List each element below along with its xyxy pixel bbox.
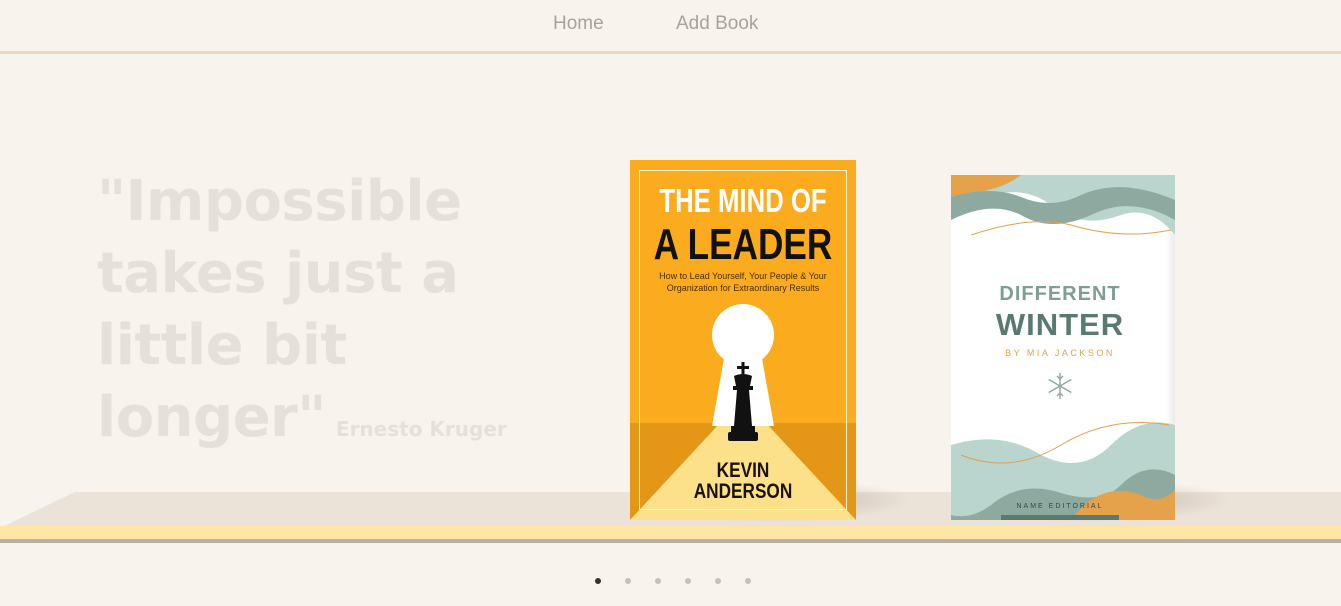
book-author: KEVIN ANDERSON (650, 460, 835, 502)
bookshelf-edge (0, 526, 1341, 540)
top-navbar: Home Add Book (0, 0, 1341, 54)
book-author-line1: KEVIN (716, 459, 770, 482)
book-byline: BY MIA JACKSON (1005, 348, 1115, 358)
book-title-line2: WINTER (995, 307, 1125, 342)
carousel-dot[interactable] (715, 578, 721, 584)
hero-quote: "Impossible takes just a little bit long… (97, 166, 617, 465)
book-title-line2: A LEADER (653, 220, 833, 269)
book-cover-mind-of-a-leader[interactable]: THE MIND OF A LEADER How to Lead Yoursel… (630, 160, 856, 520)
carousel-dot[interactable] (595, 578, 601, 584)
nav-home-link[interactable]: Home (553, 13, 604, 35)
cover-accent-bar (1001, 515, 1119, 520)
quote-text: "Impossible takes just a little bit long… (97, 169, 462, 450)
book-publisher: NAME EDITORIAL (1016, 503, 1104, 510)
book-title-line1: THE MIND OF (659, 182, 827, 219)
carousel-dot[interactable] (685, 578, 691, 584)
book-cover-different-winter[interactable]: DIFFERENT WINTER BY MIA JACKSON NAME EDI… (951, 175, 1175, 520)
carousel-dot[interactable] (745, 578, 751, 584)
bookshelf-line (0, 539, 1341, 543)
nav-add-book-link[interactable]: Add Book (676, 13, 758, 35)
quote-author: Ernesto Kruger (335, 417, 507, 441)
carousel-dot[interactable] (625, 578, 631, 584)
book-subtitle: How to Lead Yourself, Your People & Your… (659, 271, 827, 293)
carousel-dot[interactable] (655, 578, 661, 584)
snowflake-icon (1048, 373, 1072, 399)
book-title-line1: DIFFERENT (999, 283, 1121, 305)
book-author-line2: ANDERSON (693, 480, 793, 503)
